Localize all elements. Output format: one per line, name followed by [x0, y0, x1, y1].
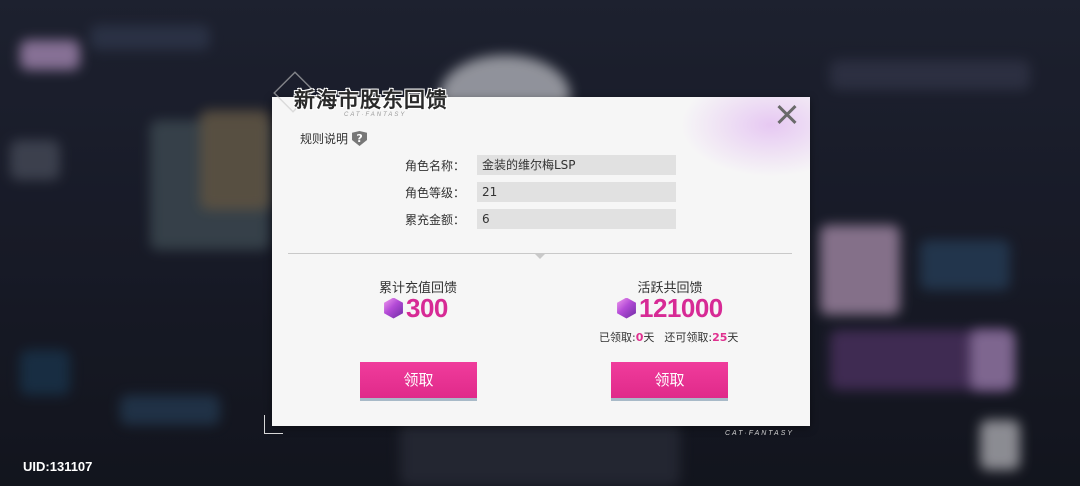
day-unit: 天	[643, 331, 655, 344]
brand-watermark: CAT·FANTASY	[725, 430, 795, 437]
rules-label: 规则说明	[300, 132, 349, 146]
rules-link[interactable]: 规则说明 ?	[300, 130, 368, 147]
activity-reward-amount: 121000	[616, 293, 723, 323]
recharge-reward-amount: 300	[383, 293, 448, 323]
dialog-subtitle: CAT·FANTASY	[344, 112, 407, 118]
info-label: 角色名称：	[404, 159, 465, 173]
claim-activity-button[interactable]: 领取	[611, 362, 728, 398]
info-row-recharge: 累充金额： 6	[300, 209, 676, 229]
divider-arrow	[535, 254, 545, 259]
remaining-label: 还可领取:	[664, 331, 713, 344]
info-label: 累充金额：	[404, 213, 465, 227]
help-icon[interactable]: ?	[352, 131, 368, 146]
claim-days-status: 已领取:0天 还可领取:25天	[599, 329, 738, 345]
corner-bracket-decoration	[264, 415, 283, 434]
claimed-label: 已领取:	[599, 331, 636, 344]
day-unit: 天	[727, 331, 739, 344]
gem-icon	[384, 297, 403, 319]
info-row-level: 角色等级： 21	[300, 182, 676, 202]
activity-reward-value: 121000	[639, 293, 723, 323]
recharge-amount-field: 6	[477, 209, 676, 229]
character-level-field: 21	[477, 182, 676, 202]
dialog-title: 新海市股东回馈	[294, 88, 448, 112]
claim-recharge-button[interactable]: 领取	[360, 362, 477, 398]
recharge-reward-value: 300	[406, 293, 448, 323]
uid-label: UID:131107	[23, 459, 93, 474]
close-button[interactable]	[775, 102, 799, 126]
info-row-name: 角色名称： 金装的维尔梅LSP	[300, 155, 676, 175]
info-label: 角色等级：	[404, 186, 465, 200]
remaining-days: 25	[712, 331, 728, 344]
gem-icon	[617, 297, 636, 319]
character-name-field: 金装的维尔梅LSP	[477, 155, 676, 175]
